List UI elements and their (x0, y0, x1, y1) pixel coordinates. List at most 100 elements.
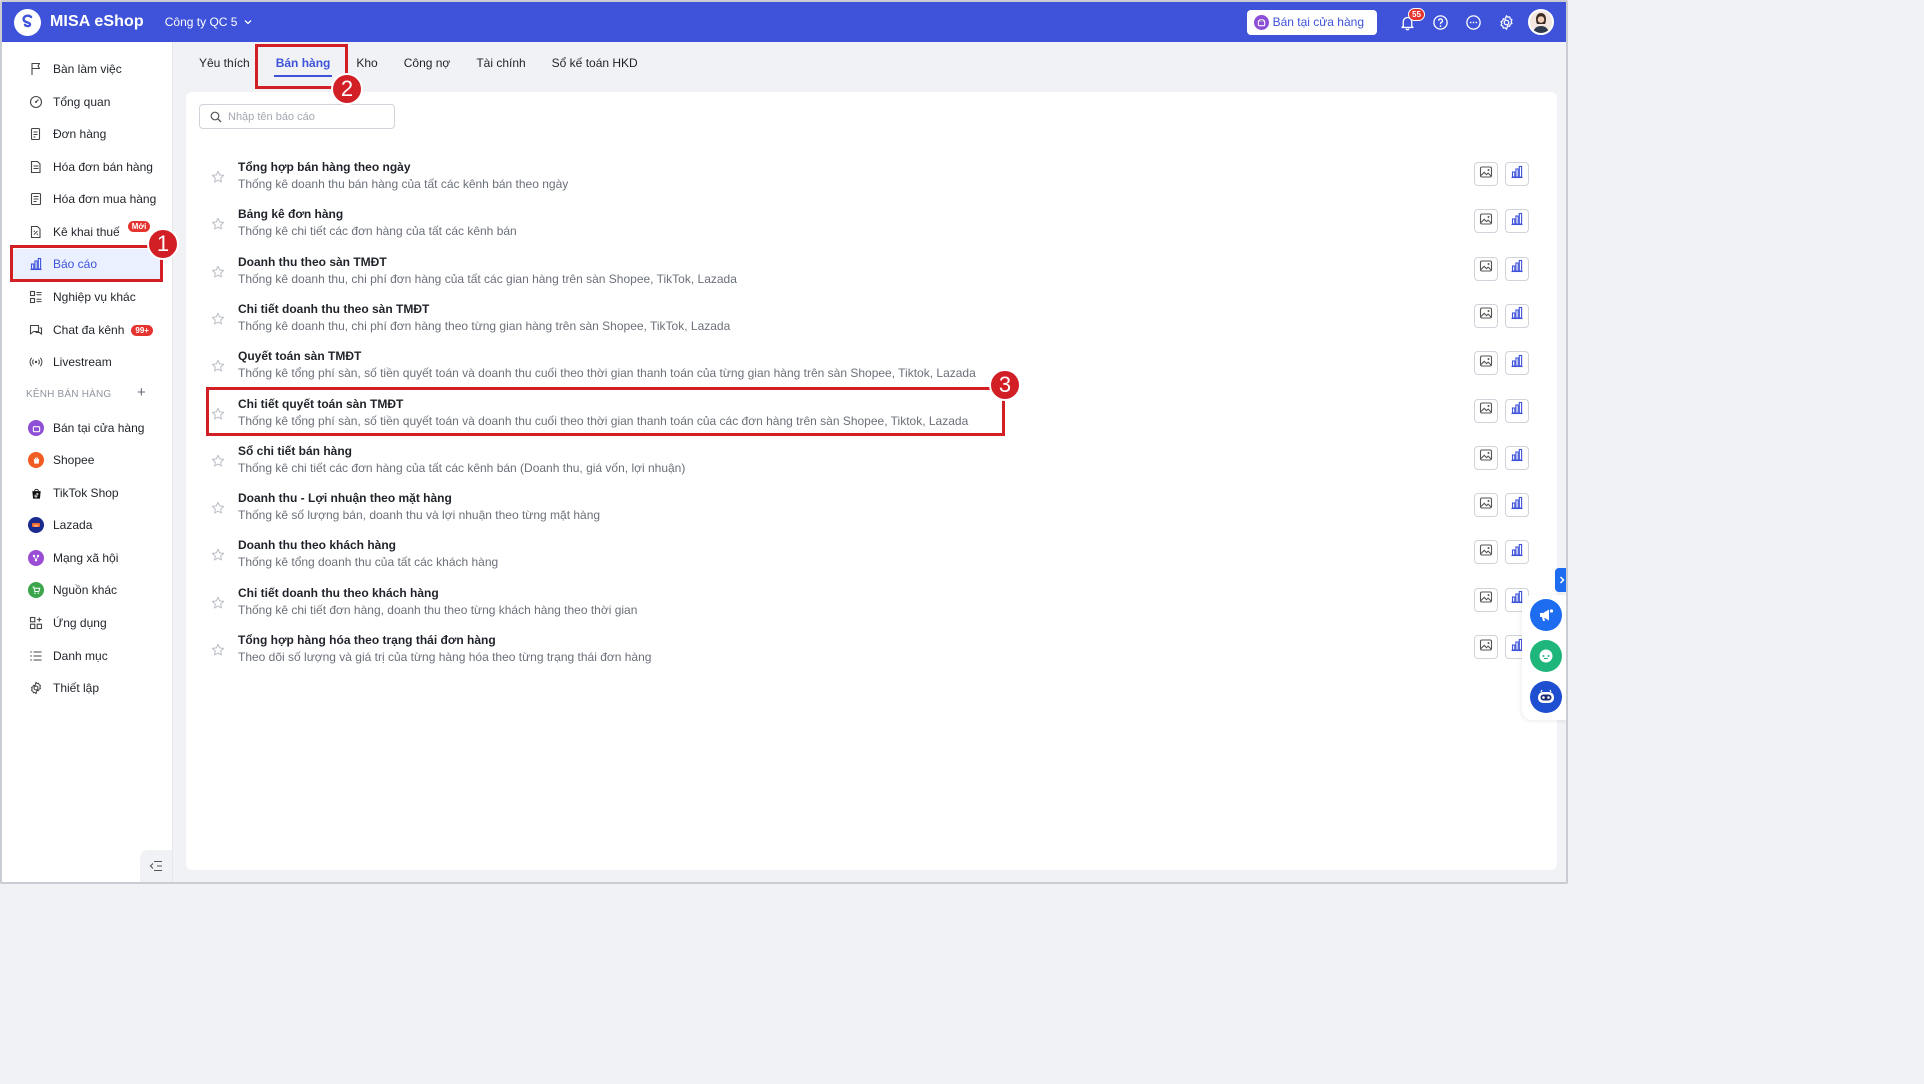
logo[interactable]: MISA eShop (14, 8, 144, 36)
star-icon[interactable] (211, 407, 225, 426)
report-row[interactable]: Doanh thu theo khách hàng Thống kê tổng d… (186, 536, 1557, 583)
add-channel-button[interactable]: + (137, 384, 146, 401)
invoice-icon (28, 159, 44, 175)
tab-inventory[interactable]: Kho (356, 44, 377, 81)
sidebar-item-label: Hóa đơn bán hàng (53, 160, 153, 174)
report-title[interactable]: Bảng kê đơn hàng (238, 207, 343, 221)
collapse-sidebar-button[interactable] (140, 850, 172, 882)
robot-icon (1538, 689, 1554, 703)
report-image-button[interactable] (1474, 162, 1498, 186)
tab-accounting-book[interactable]: Sổ kế toán HKD (552, 44, 638, 81)
sidebar-item-tiktok[interactable]: TikTok Shop (12, 478, 162, 508)
sidebar-item-social[interactable]: Mạng xã hội (12, 543, 162, 573)
star-icon[interactable] (211, 170, 225, 189)
report-image-button[interactable] (1474, 256, 1498, 281)
report-image-button[interactable] (1474, 540, 1498, 565)
report-row[interactable]: Chi tiết doanh thu theo khách hàng Thống … (186, 584, 1557, 631)
store-sales-button[interactable]: Bán tại cửa hàng (1246, 9, 1377, 35)
search-input[interactable] (228, 110, 378, 123)
report-chart-button[interactable] (1505, 303, 1529, 328)
tab-sales[interactable]: Bán hàng (273, 44, 333, 81)
star-icon[interactable] (211, 454, 225, 473)
star-icon[interactable] (211, 217, 225, 236)
star-icon[interactable] (211, 548, 225, 567)
more-button[interactable] (1457, 6, 1489, 38)
settings-button[interactable] (1490, 6, 1522, 38)
report-image-button[interactable] (1474, 398, 1498, 423)
help-button[interactable] (1424, 6, 1456, 38)
report-title[interactable]: Doanh thu theo khách hàng (238, 538, 396, 552)
report-title[interactable]: Chi tiết doanh thu theo khách hàng (238, 586, 439, 600)
star-icon[interactable] (211, 596, 225, 615)
report-title[interactable]: Tổng hợp hàng hóa theo trạng thái đơn hà… (238, 633, 496, 647)
sidebar-item-catalog[interactable]: Danh mục (12, 641, 162, 671)
sidebar-item-overview[interactable]: Tổng quan (12, 87, 162, 117)
report-title[interactable]: Doanh thu theo sàn TMĐT (238, 255, 387, 269)
star-icon[interactable] (211, 643, 225, 662)
chat-support-button[interactable] (1530, 640, 1562, 672)
report-row[interactable]: Chi tiết quyết toán sàn TMĐT Thống kê tổn… (186, 395, 1557, 442)
star-icon[interactable] (211, 312, 225, 331)
user-avatar[interactable] (1528, 9, 1554, 35)
sidebar-item-livestream[interactable]: Livestream (12, 347, 162, 377)
report-description: Thống kê chi tiết đơn hàng, doanh thu th… (238, 602, 638, 617)
announcement-button[interactable] (1530, 599, 1562, 631)
report-chart-button[interactable] (1505, 445, 1529, 470)
report-image-button[interactable] (1474, 445, 1498, 470)
report-chart-button[interactable] (1505, 493, 1529, 518)
star-icon[interactable] (211, 359, 225, 378)
report-image-button[interactable] (1474, 303, 1498, 328)
report-row[interactable]: Quyết toán sàn TMĐT Thống kê tổng phí sàn… (186, 347, 1557, 394)
sidebar-item-sales-invoice[interactable]: Hóa đơn bán hàng (12, 152, 162, 182)
report-row[interactable]: Sổ chi tiết bán hàng Thống kê chi tiết cá… (186, 442, 1557, 489)
sidebar-item-other-operations[interactable]: Nghiệp vụ khác (12, 282, 162, 312)
sidebar-item-other-source[interactable]: Nguồn khác (12, 575, 162, 605)
report-image-button[interactable] (1474, 635, 1498, 659)
notifications-button[interactable]: 55 (1391, 6, 1425, 38)
report-chart-button[interactable] (1505, 540, 1529, 565)
expand-panel-button[interactable] (1555, 568, 1566, 592)
star-icon[interactable] (211, 501, 225, 520)
report-chart-button[interactable] (1505, 398, 1529, 423)
report-image-button[interactable] (1474, 493, 1498, 518)
report-row[interactable]: Tổng hợp bán hàng theo ngày Thống kê doan… (186, 158, 1557, 205)
star-icon[interactable] (211, 265, 225, 284)
report-chart-button[interactable] (1505, 162, 1529, 186)
sidebar-item-apps[interactable]: Ứng dụng (12, 608, 162, 638)
report-chart-button[interactable] (1505, 209, 1529, 234)
sidebar-item-reports[interactable]: Báo cáo (12, 249, 162, 279)
sidebar-item-desk[interactable]: Bàn làm việc (12, 54, 162, 84)
company-switcher[interactable]: Công ty QC 5 (165, 15, 254, 29)
sidebar-item-tax[interactable]: Kê khai thuế Mới (12, 217, 162, 247)
report-row[interactable]: Doanh thu - Lợi nhuận theo mặt hàng Thống… (186, 489, 1557, 536)
broadcast-icon (28, 354, 44, 370)
report-image-button[interactable] (1474, 351, 1498, 376)
report-row[interactable]: Chi tiết doanh thu theo sàn TMĐT Thống kê… (186, 300, 1557, 347)
sidebar-item-lazada[interactable]: laz Lazada (12, 510, 162, 540)
report-search[interactable] (199, 104, 395, 129)
sidebar-item-purchase-invoice[interactable]: Hóa đơn mua hàng (12, 184, 162, 214)
report-title[interactable]: Chi tiết doanh thu theo sàn TMĐT (238, 302, 429, 316)
tab-finance[interactable]: Tài chính (476, 44, 525, 81)
report-row[interactable]: Bảng kê đơn hàng Thống kê chi tiết các đơ… (186, 205, 1557, 252)
report-title[interactable]: Doanh thu - Lợi nhuận theo mặt hàng (238, 491, 452, 505)
report-image-button[interactable] (1474, 209, 1498, 234)
report-title[interactable]: Sổ chi tiết bán hàng (238, 444, 352, 458)
sidebar-item-orders[interactable]: Đơn hàng (12, 119, 162, 149)
sidebar-item-settings[interactable]: Thiết lập (12, 673, 162, 703)
report-title[interactable]: Tổng hợp bán hàng theo ngày (238, 160, 411, 174)
ai-assistant-button[interactable] (1530, 681, 1562, 713)
report-chart-button[interactable] (1505, 256, 1529, 281)
report-row[interactable]: Doanh thu theo sàn TMĐT Thống kê doanh th… (186, 253, 1557, 300)
tab-debts[interactable]: Công nợ (404, 44, 451, 81)
report-title[interactable]: Chi tiết quyết toán sàn TMĐT (238, 397, 403, 411)
tab-favorites[interactable]: Yêu thích (199, 44, 250, 81)
sidebar-item-shopee[interactable]: Shopee (12, 445, 162, 475)
report-title[interactable]: Quyết toán sàn TMĐT (238, 349, 361, 363)
report-chart-button[interactable] (1505, 351, 1529, 376)
report-image-button[interactable] (1474, 587, 1498, 612)
sidebar-item-store[interactable]: Bán tại cửa hàng (12, 413, 162, 443)
report-row[interactable]: Tổng hợp hàng hóa theo trạng thái đơn hà… (186, 631, 1557, 678)
sidebar-item-chat[interactable]: Chat đa kênh 99+ (12, 315, 162, 345)
chart-icon (1510, 212, 1524, 231)
